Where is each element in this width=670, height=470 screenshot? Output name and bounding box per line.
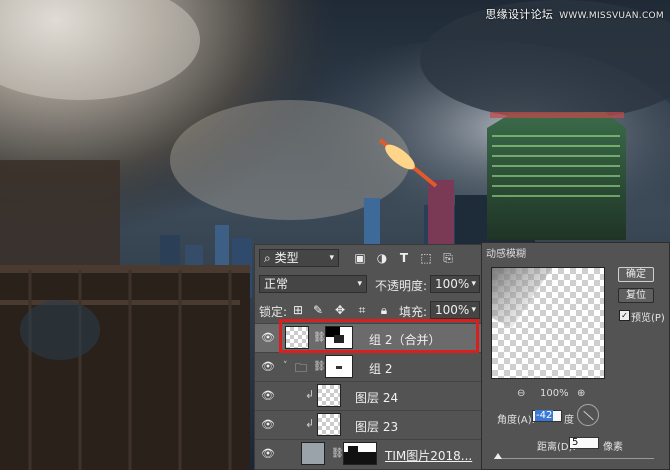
- highlight-box: [279, 319, 479, 353]
- angle-label: 角度(A):: [497, 415, 536, 426]
- reset-button[interactable]: 复位: [618, 288, 654, 303]
- lock-label: 锁定:: [259, 305, 288, 319]
- chevron-down-icon: ▾: [471, 305, 476, 315]
- distance-input[interactable]: 5: [569, 437, 599, 449]
- adjustment-filter-icon[interactable]: ◑: [375, 251, 389, 265]
- opacity-value: 100%: [435, 277, 470, 291]
- dialog-title: 动感模糊: [486, 249, 526, 260]
- lock-all-icon[interactable]: 🔒︎: [377, 303, 391, 317]
- angle-dial[interactable]: [577, 404, 599, 426]
- angle-unit: 度: [564, 415, 574, 426]
- angle-input[interactable]: -42: [532, 410, 562, 422]
- layer-thumbnail: [317, 413, 341, 436]
- layer-row-layer24[interactable]: 👁︎ ↲ 图层 24: [255, 381, 485, 410]
- distance-unit: 像素: [603, 442, 623, 453]
- chevron-down-icon: ▾: [357, 279, 362, 289]
- opacity-label: 不透明度:: [375, 279, 428, 293]
- preview-label: 预览(P): [631, 313, 665, 324]
- layer-name[interactable]: 组 2: [369, 360, 392, 377]
- eye-icon[interactable]: 👁︎: [261, 361, 275, 373]
- watermark-site-url: WWW.MISSVUAN.COM: [559, 11, 664, 21]
- layers-panel: ⌕ 类型 ▾ ▣ ◑ T ⬚ ⎘ 正常 ▾ 不透明度: 100% ▾ 锁定: ⊞…: [254, 244, 486, 470]
- pixel-filter-icon[interactable]: ▣: [353, 251, 367, 265]
- eye-icon[interactable]: 👁︎: [261, 419, 275, 431]
- zoom-out-icon[interactable]: ⊖: [517, 388, 525, 399]
- zoom-in-icon[interactable]: ⊕: [577, 388, 585, 399]
- chevron-down-icon[interactable]: ˅: [283, 361, 288, 371]
- angle-dial-needle: [583, 410, 594, 421]
- lock-image-brush-icon[interactable]: ✎: [311, 303, 325, 317]
- shape-filter-icon[interactable]: ⬚: [419, 251, 433, 265]
- eye-icon[interactable]: 👁︎: [261, 390, 275, 402]
- layer-mask-thumbnail[interactable]: [343, 442, 377, 465]
- layer-thumbnail: [317, 384, 341, 407]
- distance-value: 5: [572, 437, 579, 448]
- type-filter-icon[interactable]: T: [397, 251, 411, 265]
- search-icon: ⌕: [264, 251, 271, 265]
- site-watermark: 思缘设计论坛 WWW.MISSVUAN.COM: [485, 6, 664, 22]
- opacity-input[interactable]: 100% ▾: [430, 275, 480, 293]
- folder-icon: 🗀︎: [295, 361, 308, 375]
- ok-button[interactable]: 确定: [618, 267, 654, 282]
- layer-thumbnail: [301, 442, 325, 465]
- motion-blur-dialog: 动感模糊 确定 复位 ✓ 预览(P) ⊖ 100% ⊕ 角度(A): -42 度…: [481, 242, 670, 470]
- lock-transparent-icon[interactable]: ⊞: [291, 303, 305, 317]
- angle-value: -42: [535, 410, 554, 421]
- link-icon[interactable]: ⛓︎: [331, 448, 344, 459]
- blend-mode-value: 正常: [264, 277, 289, 291]
- filter-kind-select[interactable]: ⌕ 类型 ▾: [259, 249, 339, 267]
- blend-row: 正常 ▾ 不透明度: 100% ▾: [255, 273, 485, 295]
- blend-mode-select[interactable]: 正常 ▾: [259, 275, 367, 293]
- eye-icon[interactable]: 👁︎: [261, 448, 275, 460]
- fill-label: 填充:: [399, 305, 428, 319]
- blur-preview[interactable]: [491, 267, 605, 379]
- fill-input[interactable]: 100% ▾: [430, 301, 480, 319]
- smart-object-filter-icon[interactable]: ⎘: [441, 251, 455, 265]
- chevron-down-icon: ▾: [329, 253, 334, 263]
- lock-position-icon[interactable]: ✥: [333, 303, 347, 317]
- layer-row-tim-image[interactable]: 👁︎ ⛓︎ TIM图片2018...: [255, 439, 485, 468]
- layer-row-layer23[interactable]: 👁︎ ↲ 图层 23: [255, 410, 485, 439]
- eye-icon[interactable]: 👁︎: [261, 332, 275, 344]
- layer-name[interactable]: 图层 24: [355, 389, 398, 406]
- clipping-mask-icon: ↲: [305, 388, 315, 401]
- clipping-mask-icon: ↲: [305, 417, 315, 430]
- preview-checkbox[interactable]: ✓: [619, 310, 630, 321]
- distance-slider-handle[interactable]: [494, 453, 502, 459]
- watermark-site-name: 思缘设计论坛: [485, 8, 554, 21]
- layer-name[interactable]: TIM图片2018...: [385, 447, 472, 464]
- chevron-down-icon: ▾: [471, 279, 476, 289]
- lock-row: 锁定: ⊞ ✎ ✥ ⌗ 🔒︎ 填充: 100% ▾: [255, 299, 485, 321]
- fill-value: 100%: [435, 303, 470, 317]
- zoom-level: 100%: [540, 388, 569, 399]
- link-icon[interactable]: ⛓︎: [313, 361, 326, 372]
- layer-name[interactable]: 图层 23: [355, 418, 398, 435]
- filter-kind-label: 类型: [274, 251, 299, 265]
- layer-row-group2[interactable]: 👁︎ ˅ 🗀︎ ⛓︎ 组 2: [255, 352, 485, 381]
- preview-smoke-image: [492, 268, 552, 328]
- distance-slider-track[interactable]: [494, 458, 654, 459]
- layer-filter-row: ⌕ 类型 ▾ ▣ ◑ T ⬚ ⎘: [255, 247, 485, 269]
- layer-mask-thumbnail[interactable]: [325, 355, 353, 378]
- lock-artboard-icon[interactable]: ⌗: [355, 303, 369, 317]
